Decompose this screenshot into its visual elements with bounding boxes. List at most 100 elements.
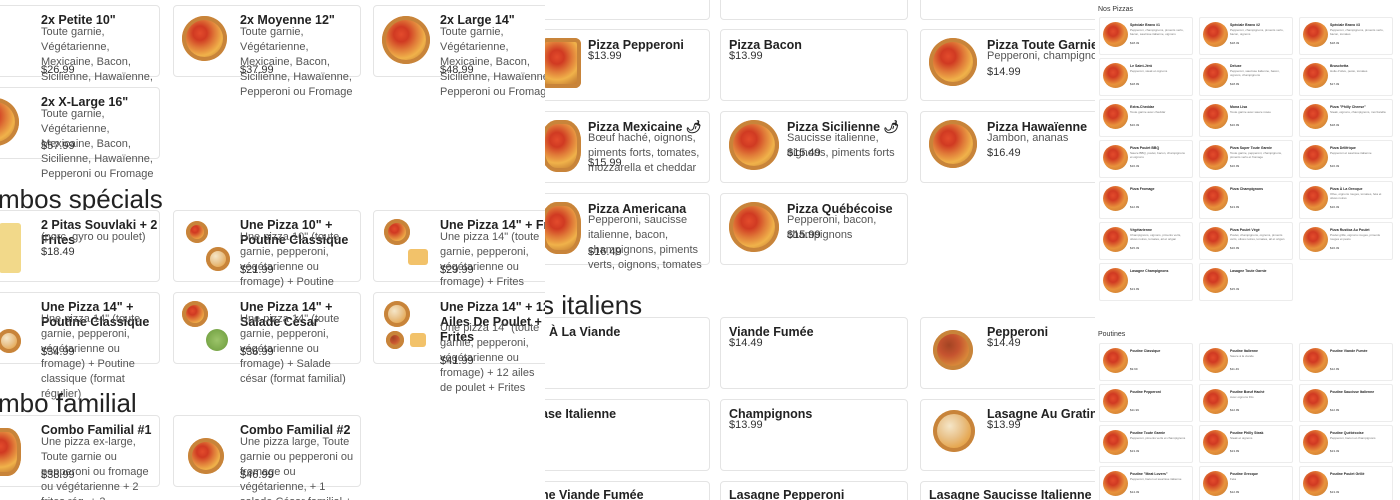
- menu-item-card[interactable]: Extra-Cheddar Toute garnie avec cheddar $1…: [1099, 99, 1193, 137]
- menu-item-card[interactable]: Pizza Rustica Au Poulet Poulet grillé, oi…: [1299, 222, 1393, 260]
- item-price: $12.99: [1230, 408, 1240, 412]
- item-title: Spéciale Bravo #2: [1230, 23, 1260, 27]
- menu-item-card[interactable]: Pizza Poulet BBQ Sauce BBQ, poulet, bacon…: [1099, 140, 1193, 178]
- menu-item-card[interactable]: 2x X-Large 16" Toute garnie, Végétarienn…: [0, 87, 160, 180]
- menu-item-card[interactable]: Lasagne Toute Garnie $15.49: [1199, 263, 1293, 301]
- menu-item-card[interactable]: Poutine Québécoise Pepperoni, bacon et ch…: [1299, 425, 1393, 463]
- item-price: $13.99: [729, 419, 763, 431]
- menu-item-card[interactable]: Poutine Pepperoni $11.99: [1099, 384, 1193, 422]
- item-price: $13.99: [987, 419, 1021, 431]
- menu-item-card[interactable]: 2x Petite 10" Toute garnie, Végétarienne…: [0, 5, 160, 98]
- item-price: $13.99: [1230, 205, 1240, 209]
- menu-item-card[interactable]: Poutine Saucisse Italienne $12.99: [1299, 384, 1393, 422]
- item-title: Poutine Viande Fumée: [1330, 349, 1368, 353]
- food-image: [1103, 389, 1128, 414]
- item-description: Toute garnie avec cheddar: [1130, 110, 1166, 114]
- item-price: $13.49: [1330, 490, 1340, 494]
- menu-item-card[interactable]: Lasagne Pepperoni: [720, 481, 908, 500]
- menu-item-card[interactable]: ase Italienne: [545, 399, 710, 471]
- menu-item-card[interactable]: 2x Large 14" Toute garnie, Végétarienne,…: [373, 5, 545, 98]
- menu-item-card[interactable]: Combo Familial #1 Une pizza ex-large, To…: [0, 415, 160, 500]
- menu-item-card[interactable]: Une Pizza 10" + Poutine Classique Une pi…: [173, 210, 361, 318]
- item-title: Le Saint-Jérô: [1130, 64, 1153, 68]
- menu-item-card[interactable]: Pizza Pepperoni $13.99: [545, 29, 710, 101]
- item-price: $14.49: [987, 337, 1021, 349]
- menu-item-card[interactable]: Pizza Poulet Végé Poulet, champignons, oi…: [1199, 222, 1293, 260]
- menu-item-card[interactable]: Poutine Philly Steak Steak et oignons $13.…: [1199, 425, 1293, 463]
- item-price: $12.99: [1130, 205, 1140, 209]
- item-description: Une pizza ex-large, Toute garnie ou pepp…: [41, 436, 149, 500]
- menu-item-card[interactable]: Deluxe Pepperoni, saucisse italienne, bac…: [1199, 58, 1293, 96]
- menu-item-card[interactable]: Poutine Italienne Sauce à la viande $11.49: [1199, 343, 1293, 381]
- menu-item-card[interactable]: Combo Familial #2 Une pizza large, Toute…: [173, 415, 361, 500]
- menu-item-card[interactable]: Pizza Québécoise Pepperoni, bacon, champ…: [720, 193, 908, 265]
- section-title-pizzas: Nos Pizzas: [1098, 6, 1134, 13]
- menu-item-card[interactable]: Bruschetta Huile d'olive, pesto, tomates $…: [1299, 58, 1393, 96]
- pizza-image: [729, 202, 779, 252]
- food-image: [1203, 471, 1228, 496]
- menu-item-card[interactable]: Une Pizza 14" + Poutine Classique Une pi…: [0, 292, 160, 400]
- menu-item-card[interactable]: Pizza Mexicaine 🌶 Bœuf haché, oignons, p…: [545, 111, 710, 183]
- menu-item-card[interactable]: Végétarienne Champignons, oignons, piment…: [1099, 222, 1193, 260]
- item-description: Toute garnie, pepperoni, champignons, pi…: [1230, 151, 1282, 159]
- menu-item-card[interactable]: Pizza À La Grecque Olive, oignons rouges,…: [1299, 181, 1393, 219]
- menu-item-card[interactable]: Spéciale Bravo #2 Pepperoni, champignons,…: [1199, 17, 1293, 55]
- menu-item-card[interactable]: Pizza Toute Garnie Pepperoni, champignon…: [920, 29, 1095, 101]
- menu-item-card[interactable]: Poutine Viande Fumée $12.99: [1299, 343, 1393, 381]
- menu-item-card[interactable]: Pizza Délifrique Pepperoni et saucisse it…: [1299, 140, 1393, 178]
- item-price: $15.99: [588, 157, 622, 169]
- item-title: Poutine Bœuf Haché: [1230, 390, 1265, 394]
- item-description: Poulet grillé, oignons rouges, piments r…: [1330, 233, 1381, 241]
- menu-item-card[interactable]: Pizza Fromage $12.99: [1099, 181, 1193, 219]
- menu-item-card[interactable]: Lasagne Champignons $13.99: [1099, 263, 1193, 301]
- menu-item-card[interactable]: Poutine Bœuf Haché Avec oignons frits $12.…: [1199, 384, 1293, 422]
- menu-item-card[interactable]: Une Pizza 14" + Salade César Une pizza 1…: [173, 292, 361, 385]
- menu-item-card[interactable]: 2x Moyenne 12" Toute garnie, Végétarienn…: [173, 5, 361, 98]
- section-title-poutines: Poutines: [1098, 331, 1126, 338]
- menu-item-card[interactable]: Pizza Sicilienne 🌶 Saucisse italienne, o…: [720, 111, 908, 183]
- menu-item-card[interactable]: Pizza Super Toute Garnie Toute garnie, pe…: [1199, 140, 1293, 178]
- menu-item-card[interactable]: Poutine Classique $9.99: [1099, 343, 1193, 381]
- menu-item-card[interactable]: Pizza Hawaïenne Jambon, ananas $16.49: [920, 111, 1095, 183]
- item-title: Pizza À La Grecque: [1330, 187, 1363, 191]
- menu-item-card[interactable]: Poutine Poulet Grillé $13.49: [1299, 466, 1393, 500]
- pizza-image: [384, 301, 410, 327]
- menu-item-card[interactable]: Spéciale Bravo #1 Pepperoni, champignons,…: [1099, 17, 1193, 55]
- food-image: [1203, 63, 1228, 88]
- item-price: $13.99: [729, 50, 763, 62]
- item-price: $48.99: [440, 64, 474, 76]
- food-image: [1203, 145, 1228, 170]
- menu-item-card[interactable]: [920, 0, 1095, 20]
- menu-item-card[interactable]: Pizza Americana Pepperoni, saucisse ital…: [545, 193, 710, 271]
- menu-item-card[interactable]: Une Pizza 14" + Frites Une pizza 14" (to…: [373, 210, 545, 303]
- menu-item-card[interactable]: Spéciale Bravo #3 Pepperoni, champignons,…: [1299, 17, 1393, 55]
- menu-item-card[interactable]: ne Viande Fumée: [545, 481, 710, 500]
- menu-item-card[interactable]: 2 Pitas Souvlaki + 2 Frites (porc, gyro …: [0, 210, 160, 282]
- menu-item-card[interactable]: Pepperoni $14.49: [920, 317, 1095, 389]
- item-description: Sauce à la viande: [1230, 354, 1254, 358]
- item-title: À La Viande: [549, 325, 621, 339]
- item-description: Pepperoni, champignons, piments verts, b…: [1230, 28, 1284, 36]
- menu-item-card[interactable]: Lasagne Saucisse Italienne: [920, 481, 1095, 500]
- menu-item-card[interactable]: Poutine "Meat Lovers" Pepperoni, bacon et…: [1099, 466, 1193, 500]
- menu-item-card[interactable]: Poutine Toute Garnie Pepperoni, piments v…: [1099, 425, 1193, 463]
- item-title: Poutine Classique: [1130, 349, 1161, 353]
- menu-item-card[interactable]: À La Viande: [545, 317, 710, 389]
- menu-item-card[interactable]: Viande Fumée $14.49: [720, 317, 908, 389]
- menu-item-card[interactable]: Lasagne Au Gratin $13.99: [920, 399, 1095, 471]
- pizza-image: [545, 202, 581, 254]
- menu-item-card[interactable]: Le Saint-Jérô Pepperoni, steak et oignons…: [1099, 58, 1193, 96]
- food-image: [1103, 268, 1128, 293]
- menu-item-card[interactable]: Pizza Bacon $13.99: [720, 29, 908, 101]
- menu-item-card[interactable]: Pizza "Philly Cheese" Steak, oignons, cha…: [1299, 99, 1393, 137]
- item-price: $14.49: [729, 337, 763, 349]
- menu-item-card[interactable]: [720, 0, 908, 20]
- menu-item-card[interactable]: [545, 0, 710, 20]
- menu-item-card[interactable]: Poutine Grecque Feta $12.99: [1199, 466, 1293, 500]
- menu-item-card[interactable]: Mona Lisa Toute garnie avec sauce rosée $1…: [1199, 99, 1293, 137]
- item-price: $46.99: [240, 469, 274, 481]
- menu-item-card[interactable]: Une Pizza 14" + 12 Ailes De Poulet + Fri…: [373, 292, 545, 394]
- item-title: Lasagne Pepperoni: [729, 488, 845, 500]
- menu-item-card[interactable]: Pizza Champignons $13.99: [1199, 181, 1293, 219]
- menu-item-card[interactable]: Champignons $13.99: [720, 399, 908, 471]
